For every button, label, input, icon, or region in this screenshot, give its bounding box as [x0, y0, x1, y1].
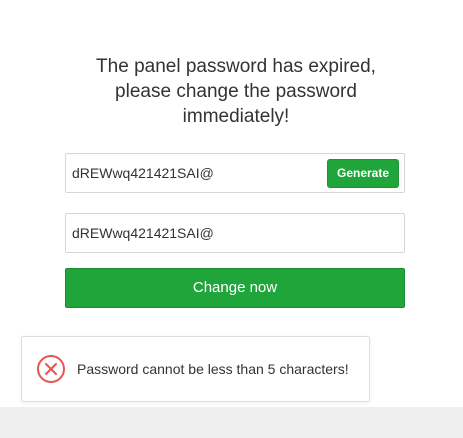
- error-circle-icon: [37, 355, 65, 383]
- expired-message: The panel password has expired, please c…: [66, 54, 406, 129]
- password-expired-panel: The panel password has expired, please c…: [0, 0, 463, 407]
- error-toast-message: Password cannot be less than 5 character…: [77, 361, 349, 377]
- new-password-field: Generate: [65, 153, 405, 193]
- confirm-password-field: [65, 213, 405, 253]
- change-now-button[interactable]: Change now: [65, 268, 405, 308]
- expired-message-line-1: The panel password has expired,: [96, 56, 376, 77]
- expired-message-line-3: immediately!: [182, 106, 290, 127]
- error-toast: Password cannot be less than 5 character…: [21, 336, 370, 402]
- page-footer-band: [0, 407, 463, 438]
- expired-message-line-2: please change the password: [115, 81, 357, 102]
- new-password-input[interactable]: [66, 154, 321, 192]
- confirm-password-input[interactable]: [66, 214, 404, 252]
- generate-password-button[interactable]: Generate: [327, 159, 399, 188]
